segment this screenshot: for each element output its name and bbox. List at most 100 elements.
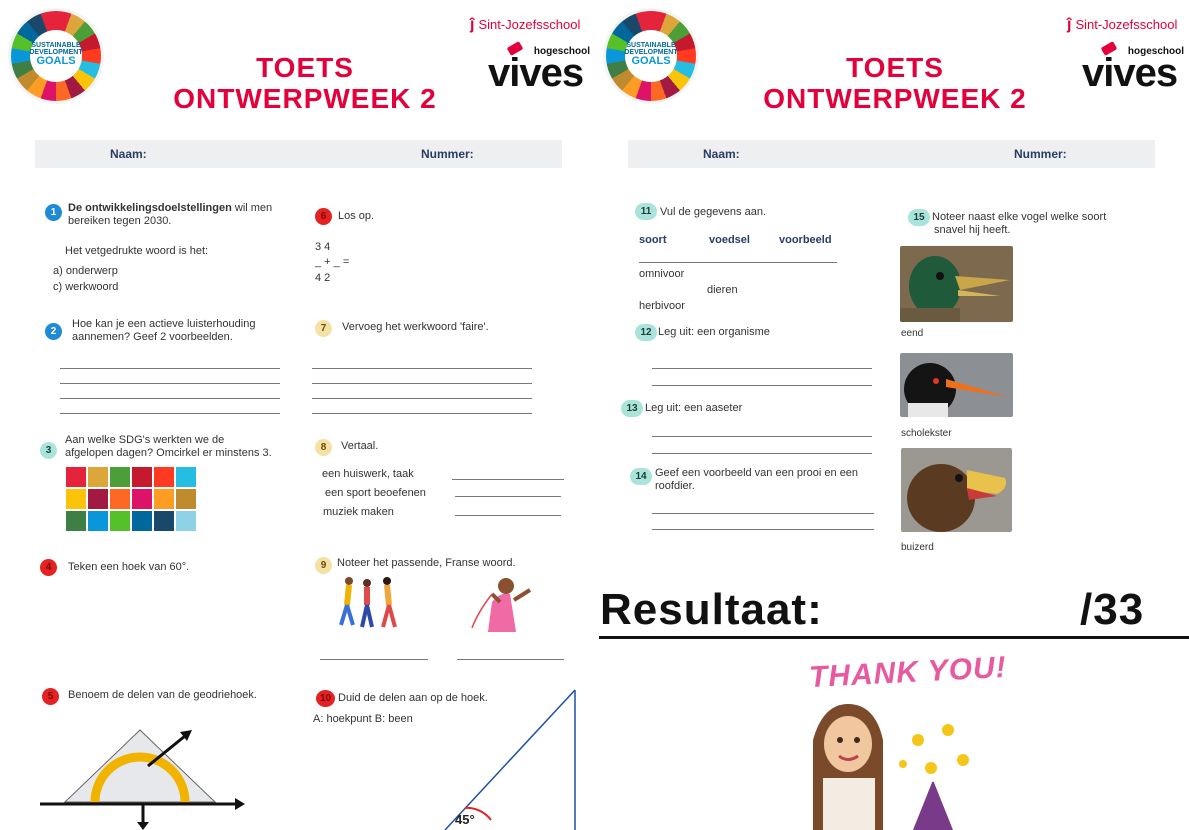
question-number-7: 7	[315, 320, 332, 337]
answer-line	[320, 659, 428, 660]
question-number-11: 11	[635, 203, 657, 220]
question-14: Geef een voorbeeld van een prooi en een r…	[655, 467, 859, 492]
question-4: Teken een hoek van 60°.	[68, 561, 190, 573]
table-header-soort: soort	[639, 234, 667, 246]
question-number-8: 8	[315, 439, 332, 456]
answer-line	[652, 368, 872, 369]
answer-line	[652, 453, 872, 454]
table-divider	[639, 262, 837, 263]
question-number-13: 13	[621, 400, 643, 417]
q1-prompt: Het vetgedrukte woord is het:	[65, 245, 209, 257]
question-number-5: 5	[42, 688, 59, 705]
vives-logo: hogeschool vives	[488, 41, 592, 93]
answer-line	[452, 479, 564, 480]
nummer-label: Nummer:	[421, 147, 474, 161]
angle-label: 45°	[455, 812, 475, 827]
question-2: Hoe kan je een actieve luisterhouding aan…	[72, 318, 256, 343]
row-herbivoor: herbivoor	[639, 300, 685, 312]
question-15: Noteer naast elke vogel welke soort snave…	[932, 211, 1107, 236]
answer-line	[60, 368, 280, 369]
nummer-label: Nummer:	[1014, 147, 1067, 161]
answer-line	[652, 385, 872, 386]
q8-item-3: muziek maken	[323, 506, 394, 518]
row-omnivoor: omnivoor	[639, 268, 685, 280]
school-logo-icon: ĵ	[1067, 16, 1072, 33]
naam-label: Naam:	[110, 147, 147, 161]
q8-item-2: een sport beoefenen	[325, 487, 426, 499]
answer-line	[312, 383, 532, 384]
singer-icon	[471, 578, 532, 632]
school-logo-icon: ĵ	[470, 16, 475, 33]
name-bar: Naam: Nummer:	[35, 140, 562, 168]
question-13: Leg uit: een aaseter	[645, 402, 743, 414]
answer-line	[652, 529, 874, 530]
answer-line	[652, 513, 874, 514]
question-9: Noteer het passende, Franse woord.	[337, 557, 516, 569]
q8-item-1: een huiswerk, taak	[322, 468, 414, 480]
sdg-icons-grid	[66, 467, 196, 531]
sdg-text-3: GOALS	[631, 55, 671, 67]
question-number-2: 2	[45, 323, 62, 340]
row-dieren: dieren	[707, 284, 738, 296]
question-number-3: 3	[40, 442, 57, 459]
answer-line	[312, 398, 532, 399]
result-label: Resultaat:	[600, 585, 823, 634]
question-number-14: 14	[630, 468, 652, 485]
thank-you-text: THANK YOU!	[808, 650, 1008, 695]
bird-label-2: scholekster	[901, 428, 952, 439]
question-number-12: 12	[635, 324, 657, 341]
question-number-9: 9	[315, 557, 332, 574]
dancers-icon	[339, 577, 397, 628]
angle-triangle	[444, 689, 576, 830]
avatar-with-flowers-icon	[813, 704, 977, 830]
answer-line	[455, 515, 561, 516]
duck-photo	[900, 246, 1013, 322]
question-6: Los op.	[338, 210, 375, 222]
sdg-text-1: SUSTAINABLE	[31, 42, 81, 49]
page-title: TOETS ONTWERPWEEK 2	[173, 52, 437, 114]
page-left: SUSTAINABLE DEVELOPMENT GOALS ĵ Sint-Joze…	[0, 0, 594, 830]
page-title: TOETS ONTWERPWEEK 2	[763, 52, 1027, 114]
answer-line	[312, 413, 532, 414]
school-name: ĵ Sint-Jozefsschool	[1067, 16, 1178, 33]
name-bar: Naam: Nummer:	[628, 140, 1155, 168]
answer-line	[652, 436, 872, 437]
buzzard-photo	[901, 448, 1012, 532]
question-11: Vul de gegevens aan.	[660, 206, 767, 218]
q1-option-a: a) onderwerp	[53, 265, 118, 277]
answer-line	[60, 413, 280, 414]
question-12: Leg uit: een organisme	[658, 326, 770, 338]
q6-numerators: 3 4	[315, 241, 331, 253]
geodriehoek-drawing	[40, 729, 245, 830]
q6-operator: _ + _ =	[315, 256, 350, 268]
question-1: De ontwikkelingsdoelstellingen wil men b…	[68, 202, 273, 227]
answer-line	[312, 368, 532, 369]
sdg-text-3: GOALS	[36, 55, 76, 67]
question-5: Benoem de delen van de geodriehoek.	[68, 689, 257, 701]
question-8: Vertaal.	[341, 440, 379, 452]
school-name: ĵ Sint-Jozefsschool	[470, 16, 581, 33]
page-right: SUSTAINABLE DEVELOPMENT GOALS ĵ Sint-Joze…	[595, 0, 1189, 830]
sdg-logo: SUSTAINABLE DEVELOPMENT GOALS	[8, 8, 104, 104]
answer-line	[60, 398, 280, 399]
question-number-6: 6	[315, 208, 332, 225]
sdg-text-1: SUSTAINABLE	[626, 42, 676, 49]
bird-label-1: eend	[901, 328, 924, 339]
answer-line	[455, 496, 561, 497]
result-underline	[599, 636, 1189, 639]
question-7: Vervoeg het werkwoord 'faire'.	[342, 321, 489, 333]
naam-label: Naam:	[703, 147, 740, 161]
question-number-10: 10	[316, 690, 335, 707]
question-number-1: 1	[45, 204, 62, 221]
table-header-voedsel: voedsel	[709, 234, 750, 246]
bird-label-3: buizerd	[901, 542, 934, 553]
table-header-voorbeeld: voorbeeld	[779, 234, 832, 246]
answer-line	[457, 659, 564, 660]
q10-subtitle: A: hoekpunt B: been	[313, 713, 413, 725]
question-number-15: 15	[908, 209, 930, 226]
question-3: Aan welke SDG's werkten we de afgelopen d…	[65, 434, 272, 459]
sdg-logo: SUSTAINABLE DEVELOPMENT GOALS	[603, 8, 699, 104]
q6-denominators: 4 2	[315, 272, 331, 284]
oystercatcher-photo	[900, 353, 1013, 417]
vives-logo: hogeschool vives	[1082, 41, 1186, 93]
